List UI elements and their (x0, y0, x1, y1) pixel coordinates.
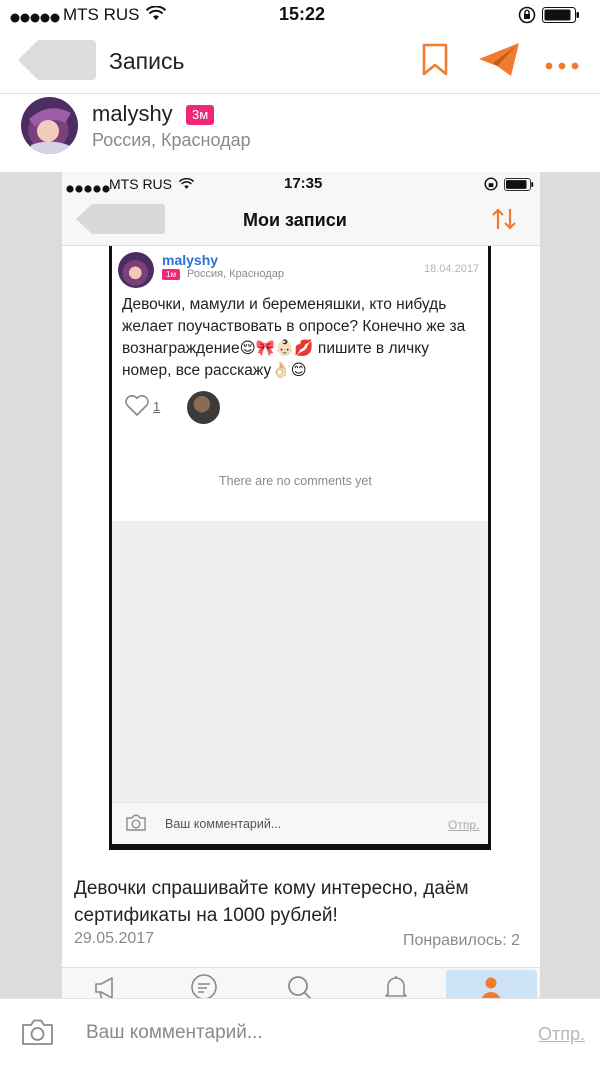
inner-sort-icon (491, 207, 517, 236)
tab-bar (62, 967, 540, 998)
author-name[interactable]: malyshy (92, 101, 173, 127)
tab-messages[interactable] (189, 973, 219, 998)
more-icon[interactable] (545, 57, 579, 75)
inner-camera-icon (125, 814, 147, 837)
tab-feed[interactable] (92, 974, 120, 998)
comment-bar: Отпр. (0, 998, 600, 1066)
carrier-label: MTS RUS (63, 5, 140, 24)
inner-comment-bar: Ваш комментарий... Отпр. (112, 802, 488, 844)
inner-author-badge: 1м (162, 269, 180, 280)
inner-liker-avatar (187, 391, 220, 424)
inner-post-card: malyshy 1м Россия, Краснодар 18.04.2017 … (112, 246, 488, 521)
clock: 15:22 (279, 4, 326, 24)
inner-rotation-lock-icon (484, 177, 498, 196)
post-date: 29.05.2017 (74, 930, 155, 947)
author-badge: 3м (186, 105, 215, 125)
avatar[interactable] (21, 97, 78, 154)
post-image[interactable]: MTS RUS 17:35 Мои записи malyshy 1м Росс… (62, 172, 540, 855)
inner-back-button (74, 202, 166, 241)
author-location: Россия, Краснодар (92, 130, 251, 150)
inner-nav-bar: Мои записи (62, 196, 540, 246)
post-text: Девочки спрашивайте кому интересно, даём… (74, 878, 469, 926)
likes-label[interactable]: Понравилось: 2 (403, 932, 520, 950)
send-button[interactable]: Отпр. (538, 1024, 585, 1045)
inner-comment-placeholder: Ваш комментарий... (165, 817, 282, 831)
profile-icon (480, 976, 502, 998)
author-header[interactable]: malyshy 3м Россия, Краснодар (0, 94, 600, 172)
status-bar: MTS RUS 15:22 (0, 0, 600, 28)
tab-notifications[interactable] (383, 974, 409, 998)
inner-author-location: Россия, Краснодар (187, 268, 284, 280)
nav-bar: Запись (0, 28, 600, 94)
inner-carrier: MTS RUS (109, 176, 172, 192)
inner-post-text: Девочки, мамули и беременяшки, кто нибуд… (122, 296, 466, 379)
inner-heart-icon (124, 394, 150, 422)
inner-screen: malyshy 1м Россия, Краснодар 18.04.2017 … (109, 246, 491, 850)
rotation-lock-icon (518, 6, 536, 29)
inner-title: Мои записи (243, 210, 347, 230)
comment-input[interactable] (86, 1018, 506, 1048)
post-card: Девочки спрашивайте кому интересно, даём… (62, 855, 540, 967)
inner-no-comments: There are no comments yet (219, 474, 372, 488)
page-title: Запись (109, 48, 185, 74)
back-button[interactable] (16, 38, 98, 87)
send-icon[interactable] (478, 42, 520, 83)
inner-send-label: Отпр. (448, 818, 480, 832)
signal-dots-icon (10, 10, 62, 23)
inner-battery-icon (504, 178, 534, 196)
inner-status-bar: MTS RUS 17:35 (62, 172, 540, 196)
wifi-icon (145, 5, 167, 26)
inner-like-count: 1 (153, 399, 161, 414)
inner-post-date: 18.04.2017 (424, 263, 480, 275)
inner-avatar (118, 252, 154, 288)
battery-icon (542, 7, 580, 28)
bookmark-icon[interactable] (422, 43, 448, 82)
inner-bottom-edge (109, 844, 491, 850)
tab-search[interactable] (286, 974, 314, 998)
camera-icon[interactable] (21, 1018, 54, 1051)
inner-wifi-icon (178, 177, 195, 195)
inner-author-name: malyshy (162, 252, 219, 268)
inner-clock: 17:35 (284, 175, 323, 192)
tab-profile[interactable] (446, 970, 537, 998)
